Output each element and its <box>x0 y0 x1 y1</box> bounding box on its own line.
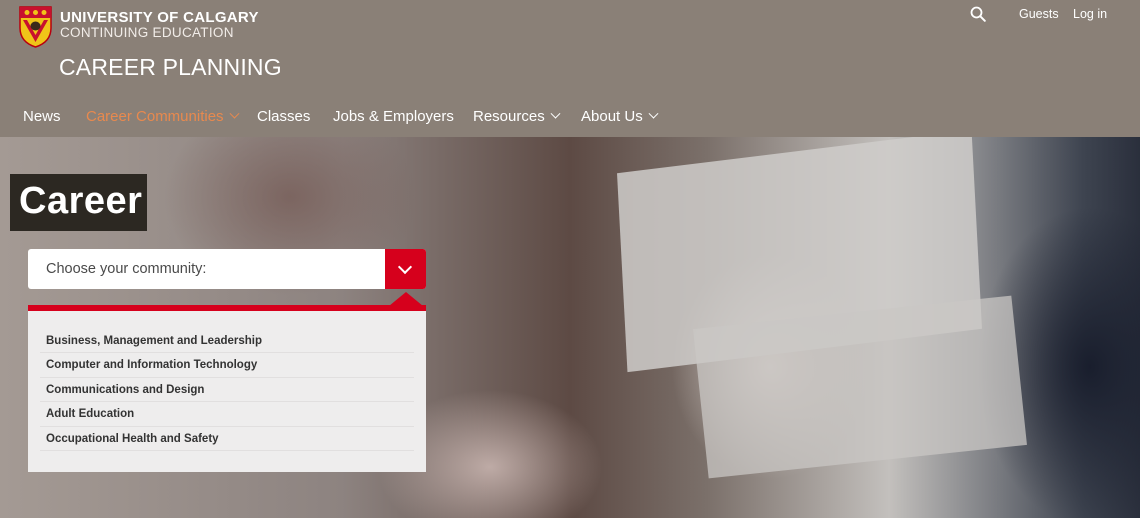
university-crest-icon[interactable] <box>19 6 52 48</box>
nav-item-resources[interactable]: Resources <box>473 108 561 125</box>
nav-item-label: Resources <box>473 108 545 125</box>
login-link[interactable]: Log in <box>1073 7 1107 21</box>
site-header: UNIVERSITY OF CALGARY CONTINUING EDUCATI… <box>0 0 1140 137</box>
nav-item-label: Career Communities <box>86 108 224 125</box>
community-select-toggle[interactable] <box>385 249 426 289</box>
brand-name[interactable]: UNIVERSITY OF CALGARY <box>60 9 259 26</box>
community-dropdown-menu: Business, Management and Leadership Comp… <box>28 292 426 472</box>
community-option[interactable]: Adult Education <box>40 402 414 427</box>
nav-item-label: Classes <box>257 108 311 125</box>
hero-title: Career <box>10 174 147 231</box>
community-option[interactable]: Computer and Information Technology <box>40 353 414 378</box>
chevron-down-icon <box>229 108 239 119</box>
chevron-down-icon <box>648 108 659 119</box>
community-option[interactable]: Communications and Design <box>40 378 414 403</box>
nav-item-label: About Us <box>581 108 643 125</box>
nav-item-news[interactable]: News <box>23 108 61 125</box>
community-option[interactable]: Business, Management and Leadership <box>40 329 414 354</box>
nav-item-label: News <box>23 108 61 125</box>
community-select-label: Choose your community: <box>46 261 207 277</box>
hero-banner: Career Choose your community: Business, … <box>0 137 1140 518</box>
community-select[interactable]: Choose your community: <box>28 249 426 289</box>
community-options-list: Business, Management and Leadership Comp… <box>40 329 414 451</box>
search-icon[interactable] <box>970 6 986 22</box>
hero-background-image-detail <box>693 295 1027 479</box>
nav-item-jobs-employers[interactable]: Jobs & Employers <box>333 108 454 125</box>
nav-item-career-communities[interactable]: Career Communities <box>86 108 239 125</box>
site-title[interactable]: CAREER PLANNING <box>59 54 282 81</box>
brand-subname[interactable]: CONTINUING EDUCATION <box>60 25 234 40</box>
chevron-down-icon <box>550 108 561 119</box>
nav-item-label: Jobs & Employers <box>333 108 454 125</box>
nav-item-about-us[interactable]: About Us <box>581 108 659 125</box>
guests-link[interactable]: Guests <box>1019 7 1059 21</box>
community-option[interactable]: Occupational Health and Safety <box>40 427 414 451</box>
dropdown-caret <box>389 292 423 306</box>
dropdown-accent-bar <box>28 305 426 311</box>
nav-item-classes[interactable]: Classes <box>257 108 310 125</box>
chevron-down-icon <box>397 259 413 275</box>
